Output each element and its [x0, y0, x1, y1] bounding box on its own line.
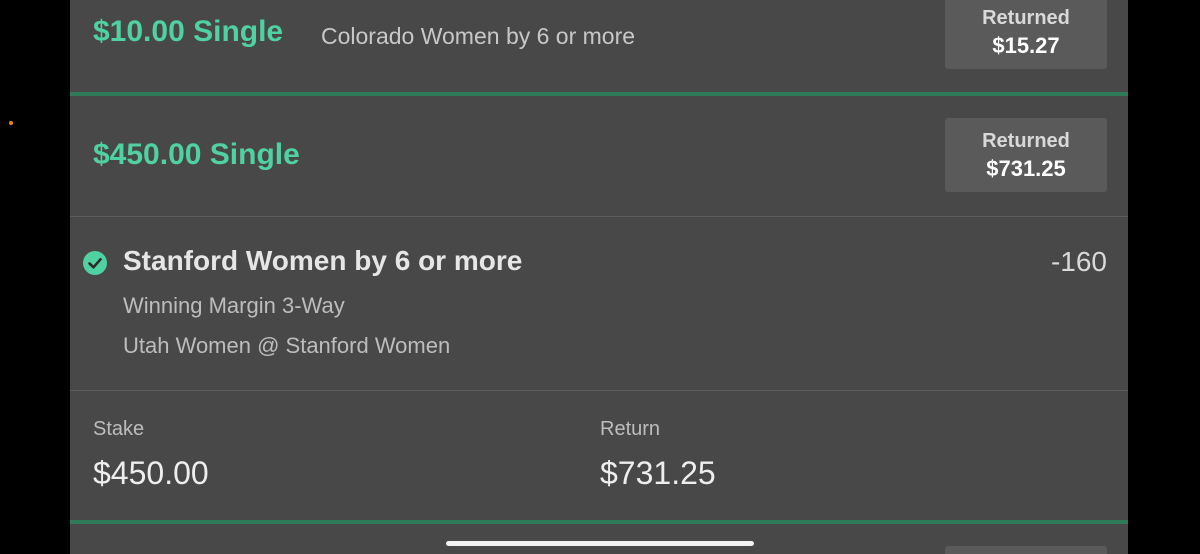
returned-badge: Returned $731.25: [945, 118, 1107, 192]
returned-amount: $731.25: [986, 156, 1066, 181]
stake-label: Stake: [93, 418, 145, 440]
return-label: Return: [600, 418, 661, 440]
returned-label: Returned: [982, 130, 1070, 152]
stake-value: $450.00: [93, 455, 209, 491]
bet-card-1[interactable]: $10.00 Single Colorado Women by 6 or mor…: [70, 0, 1128, 92]
market-name: Winning Margin 3-Way: [123, 293, 345, 318]
return-value: $731.25: [600, 455, 716, 491]
bet-description: Colorado Women by 6 or more: [321, 23, 636, 49]
selection-name: Stanford Women by 6 or more: [123, 245, 523, 276]
screen: $10.00 Single Colorado Women by 6 or mor…: [0, 0, 1200, 554]
home-indicator[interactable]: [446, 541, 754, 546]
check-circle-icon: [83, 251, 107, 275]
section-divider: [70, 390, 1128, 391]
selection-odds: -160: [1050, 246, 1107, 277]
bet-title: $450.00 Single: [93, 138, 300, 171]
returned-badge-next: [945, 546, 1107, 554]
bet-divider: [70, 520, 1128, 524]
event-name: Utah Women @ Stanford Women: [123, 333, 451, 358]
bet-title: $10.00 Single: [93, 15, 284, 48]
bet-history-panel: $10.00 Single Colorado Women by 6 or mor…: [70, 0, 1128, 554]
section-divider: [70, 216, 1128, 217]
notification-dot: [9, 121, 13, 125]
returned-badge: Returned $15.27: [945, 0, 1107, 69]
returned-label: Returned: [982, 7, 1070, 29]
returned-amount: $15.27: [992, 33, 1060, 58]
